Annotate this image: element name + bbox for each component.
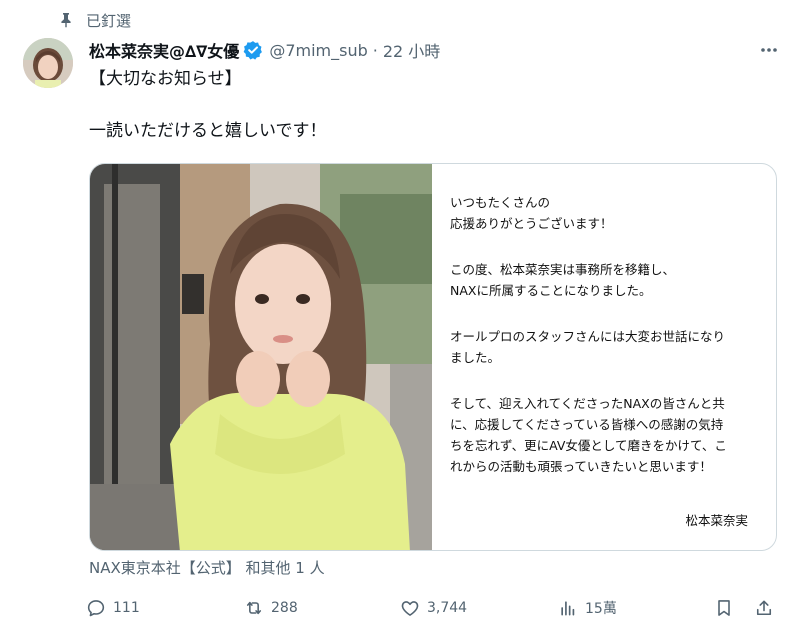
view-count: 15萬 bbox=[585, 601, 617, 617]
pinned-label: 已釘選 bbox=[86, 11, 132, 30]
more-options-icon[interactable] bbox=[758, 40, 780, 60]
heart-icon bbox=[401, 601, 419, 616]
verified-badge-icon[interactable] bbox=[243, 40, 263, 60]
reply-count: 111 bbox=[113, 600, 140, 616]
notice-paragraph-1: いつもたくさんの 応援ありがとうございます！ bbox=[450, 195, 613, 231]
reply-button[interactable]: 111 bbox=[86, 596, 140, 620]
retweet-count: 288 bbox=[271, 600, 298, 616]
avatar[interactable] bbox=[23, 38, 73, 88]
display-name[interactable]: 松本菜奈実@∆∇女優 bbox=[89, 38, 239, 62]
share-icon bbox=[756, 600, 772, 616]
separator-dot: · bbox=[372, 40, 378, 60]
timestamp[interactable]: 22 小時 bbox=[383, 38, 440, 62]
bookmark-icon bbox=[718, 600, 730, 616]
announcement-notice: いつもたくさんの 応援ありがとうございます！ この度、松本菜奈実は事務所を移籍し… bbox=[450, 164, 770, 550]
share-button[interactable] bbox=[754, 596, 774, 620]
notice-signature: 松本菜奈実 bbox=[685, 513, 748, 528]
bookmark-button[interactable] bbox=[714, 596, 734, 620]
tweet-text: 【大切なお知らせ】 一読いただけると嬉しいです！ bbox=[89, 66, 769, 144]
portrait-photo bbox=[90, 164, 432, 550]
retweet-button[interactable]: 288 bbox=[244, 596, 298, 620]
tweet-line-2: 一読いただけると嬉しいです！ bbox=[89, 121, 327, 141]
retweet-icon bbox=[246, 601, 262, 615]
user-handle[interactable]: @7mim_sub bbox=[269, 41, 367, 60]
tweet-header: 松本菜奈実@∆∇女優 @7mim_sub · 22 小時 bbox=[89, 36, 780, 64]
views-button[interactable]: 15萬 bbox=[558, 596, 617, 620]
action-bar: 111 288 3,744 15萬 bbox=[86, 596, 786, 620]
notice-paragraph-3: オールプロのスタッフさんには大変お世話になり ました。 bbox=[450, 329, 726, 365]
tagged-users[interactable]: NAX東京本社【公式】 和其他 1 人 bbox=[89, 557, 325, 578]
reply-icon bbox=[87, 600, 105, 617]
tweet-line-1: 【大切なお知らせ】 bbox=[89, 69, 242, 89]
like-button[interactable]: 3,744 bbox=[400, 596, 467, 620]
notice-paragraph-2: この度、松本菜奈実は事務所を移籍し、 NAXに所属することになりました。 bbox=[450, 262, 676, 298]
notice-paragraph-4: そして、迎え入れてくださったNAXの皆さんと共 に、応援してくださっている皆様へ… bbox=[450, 396, 727, 474]
pin-icon bbox=[61, 13, 71, 28]
analytics-icon bbox=[561, 601, 575, 616]
pinned-indicator: 已釘選 bbox=[58, 8, 131, 32]
like-count: 3,744 bbox=[427, 600, 468, 616]
media-image[interactable]: いつもたくさんの 応援ありがとうございます！ この度、松本菜奈実は事務所を移籍し… bbox=[89, 163, 777, 551]
